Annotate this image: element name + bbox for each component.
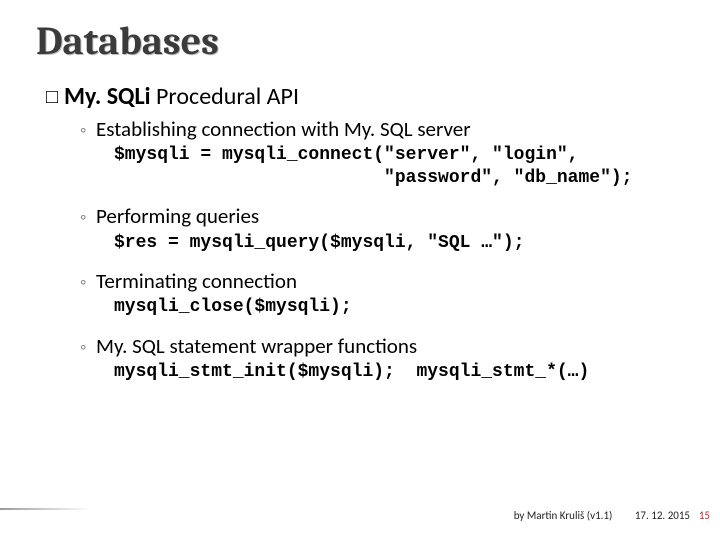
code-block: $mysqli = mysqli_connect("server", "logi… [114, 144, 684, 189]
page-number: 15 [699, 509, 710, 522]
bullet-lvl2: ◦Establishing connection with My. SQL se… [80, 116, 684, 142]
lvl2-label: Terminating connection [96, 268, 297, 294]
lvl2-label: Establishing connection with My. SQL ser… [96, 116, 471, 142]
slide-footer: by Martin Kruliš (v1.1) 17. 12. 2015 [514, 509, 690, 522]
footer-author: by Martin Kruliš (v1.1) [514, 509, 613, 522]
code-block: mysqli_close($mysqli); [114, 296, 684, 319]
circle-bullet-icon: ◦ [80, 271, 96, 294]
bullet-lvl1: □My. SQLi Procedural API [46, 82, 684, 112]
lvl1-rest: Procedural API [151, 82, 299, 111]
footer-date: 17. 12. 2015 [635, 509, 690, 522]
bullet-lvl2: ◦Performing queries [80, 203, 684, 229]
slide-title: Databases [36, 18, 684, 64]
lvl2-label: Performing queries [96, 203, 259, 229]
circle-bullet-icon: ◦ [80, 119, 96, 142]
bullet-lvl2: ◦Terminating connection [80, 268, 684, 294]
bullet-lvl2: ◦My. SQL statement wrapper functions [80, 333, 684, 359]
circle-bullet-icon: ◦ [80, 206, 96, 229]
code-block: mysqli_stmt_init($mysqli); mysqli_stmt_*… [114, 361, 684, 384]
lvl2-label: My. SQL statement wrapper functions [96, 333, 417, 359]
lvl1-bold: My. SQLi [64, 82, 151, 111]
code-block: $res = mysqli_query($mysqli, "SQL …"); [114, 232, 684, 255]
circle-bullet-icon: ◦ [80, 336, 96, 359]
decorative-line [0, 508, 90, 510]
square-bullet-icon: □ [46, 84, 64, 109]
